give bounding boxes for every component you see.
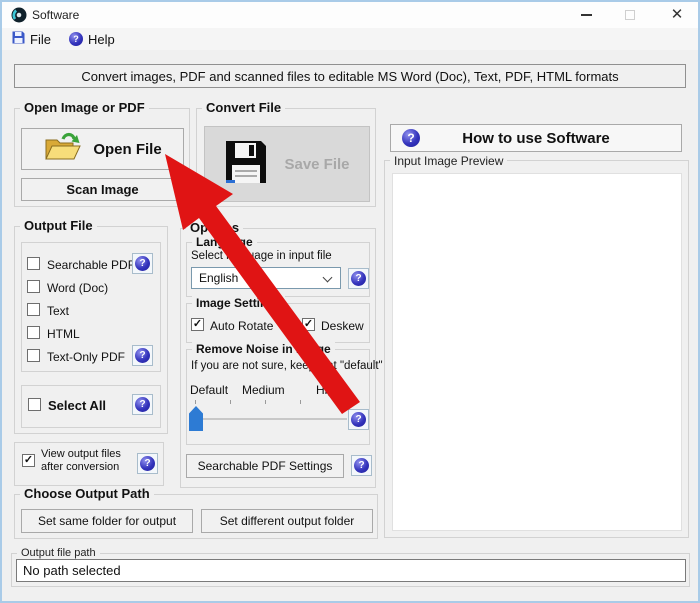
image-settings-group-title: Image Settings (192, 296, 286, 310)
checkbox-word-doc-label: Word (Doc) (47, 281, 109, 295)
how-to-use-label: How to use Software (462, 129, 610, 147)
set-same-folder-label: Set same folder for output (37, 514, 177, 528)
minimize-button[interactable] (572, 4, 600, 25)
help-searchable-pdf-button[interactable]: ? (132, 253, 153, 274)
searchable-pdf-settings-button[interactable]: Searchable PDF Settings (186, 454, 344, 478)
app-icon (11, 7, 27, 28)
help-icon: ? (68, 32, 83, 46)
chevron-down-icon (322, 272, 333, 283)
banner-text: Convert images, PDF and scanned files to… (81, 68, 619, 84)
minimize-icon (580, 13, 592, 16)
output-path-field: No path selected (16, 559, 686, 582)
help-icon: ? (135, 348, 150, 363)
checkbox-searchable-pdf[interactable] (27, 257, 40, 270)
menu-file-label: File (30, 31, 51, 47)
noise-level-default: Default (190, 383, 229, 397)
noise-level-medium: Medium (242, 383, 285, 397)
maximize-icon (625, 9, 635, 20)
close-button[interactable]: ✕ (662, 4, 692, 25)
checkbox-text[interactable] (27, 303, 40, 316)
noise-slider-track[interactable] (191, 418, 347, 420)
checkbox-select-all[interactable] (28, 398, 41, 411)
save-file-button[interactable]: Save File (204, 126, 370, 202)
checkbox-text-only-pdf[interactable] (27, 349, 40, 362)
save-file-label: Save File (284, 155, 350, 173)
open-file-label: Open File (93, 140, 162, 158)
title-bar: Software ✕ (2, 2, 698, 28)
help-text-only-pdf-button[interactable]: ? (132, 345, 153, 366)
checkbox-text-only-pdf-label: Text-Only PDF (47, 350, 126, 364)
open-file-button[interactable]: Open File (21, 128, 184, 170)
scan-image-label: Scan Image (66, 182, 139, 197)
slider-tick (335, 400, 336, 404)
select-all-label: Select All (48, 398, 107, 413)
maximize-button[interactable] (616, 4, 644, 25)
deskew-label: Deskew (321, 319, 364, 333)
language-dropdown[interactable]: English (191, 267, 341, 289)
language-group-title: Language (192, 235, 257, 249)
slider-tick (265, 400, 266, 404)
view-output-label-line1: View output files (41, 448, 121, 460)
remove-noise-hint: If you are not sure, keep it at "default… (191, 360, 383, 372)
output-file-group-title: Output File (20, 218, 97, 233)
options-group-title: Options (186, 220, 244, 235)
set-different-folder-label: Set different output folder (219, 514, 355, 528)
help-icon: ? (402, 129, 420, 147)
banner: Convert images, PDF and scanned files to… (14, 64, 686, 88)
slider-tick (300, 400, 301, 404)
checkbox-view-output[interactable]: ✓ (22, 454, 35, 467)
menu-bar: File ? Help (2, 28, 698, 50)
input-preview-area (392, 173, 682, 531)
checkbox-deskew[interactable]: ✓ (302, 318, 315, 331)
slider-tick (230, 400, 231, 404)
checkbox-auto-rotate[interactable]: ✓ (191, 318, 204, 331)
help-language-button[interactable]: ? (348, 268, 369, 289)
set-same-folder-button[interactable]: Set same folder for output (21, 509, 193, 533)
help-icon: ? (351, 271, 366, 286)
how-to-use-button[interactable]: ? How to use Software (390, 124, 682, 152)
help-icon: ? (140, 456, 155, 471)
open-image-group-title: Open Image or PDF (20, 100, 149, 115)
help-select-all-button[interactable]: ? (132, 394, 153, 415)
noise-level-high: High (316, 383, 341, 397)
checkbox-word-doc[interactable] (27, 280, 40, 293)
output-path-label: Output file path (17, 547, 100, 559)
slider-tick (195, 400, 196, 404)
app-window: Software ✕ File ? Help Convert images, P… (0, 0, 700, 603)
set-different-folder-button[interactable]: Set different output folder (201, 509, 373, 533)
language-value: English (199, 271, 239, 285)
help-noise-button[interactable]: ? (348, 409, 369, 430)
help-pdf-settings-button[interactable]: ? (351, 455, 372, 476)
input-preview-title: Input Image Preview (390, 154, 508, 168)
output-path-value: No path selected (23, 563, 121, 578)
menu-file[interactable]: File (12, 31, 51, 47)
help-icon: ? (354, 458, 369, 473)
help-icon: ? (351, 412, 366, 427)
convert-file-group-title: Convert File (202, 100, 286, 115)
open-folder-icon (43, 132, 83, 166)
language-hint: Select language in input file (191, 250, 332, 262)
window-title: Software (32, 8, 80, 22)
floppy-disk-icon (224, 139, 268, 189)
searchable-pdf-settings-label: Searchable PDF Settings (197, 459, 333, 473)
choose-output-path-title: Choose Output Path (20, 486, 154, 501)
scan-image-button[interactable]: Scan Image (21, 178, 184, 201)
menu-help-label: Help (87, 31, 115, 47)
view-output-label-line2: after conversion (41, 461, 120, 473)
remove-noise-group-title: Remove Noise in Image (192, 342, 335, 356)
checkbox-html[interactable] (27, 326, 40, 339)
input-preview-group: Input Image Preview (384, 154, 689, 538)
floppy-icon (12, 31, 25, 47)
checkbox-searchable-pdf-label: Searchable PDF (47, 258, 136, 272)
auto-rotate-label: Auto Rotate (210, 319, 274, 333)
help-icon: ? (135, 256, 150, 271)
checkbox-text-label: Text (47, 304, 70, 318)
checkbox-html-label: HTML (47, 327, 80, 341)
menu-help[interactable]: ? Help (68, 31, 115, 47)
help-icon: ? (135, 397, 150, 412)
help-view-output-button[interactable]: ? (137, 453, 158, 474)
